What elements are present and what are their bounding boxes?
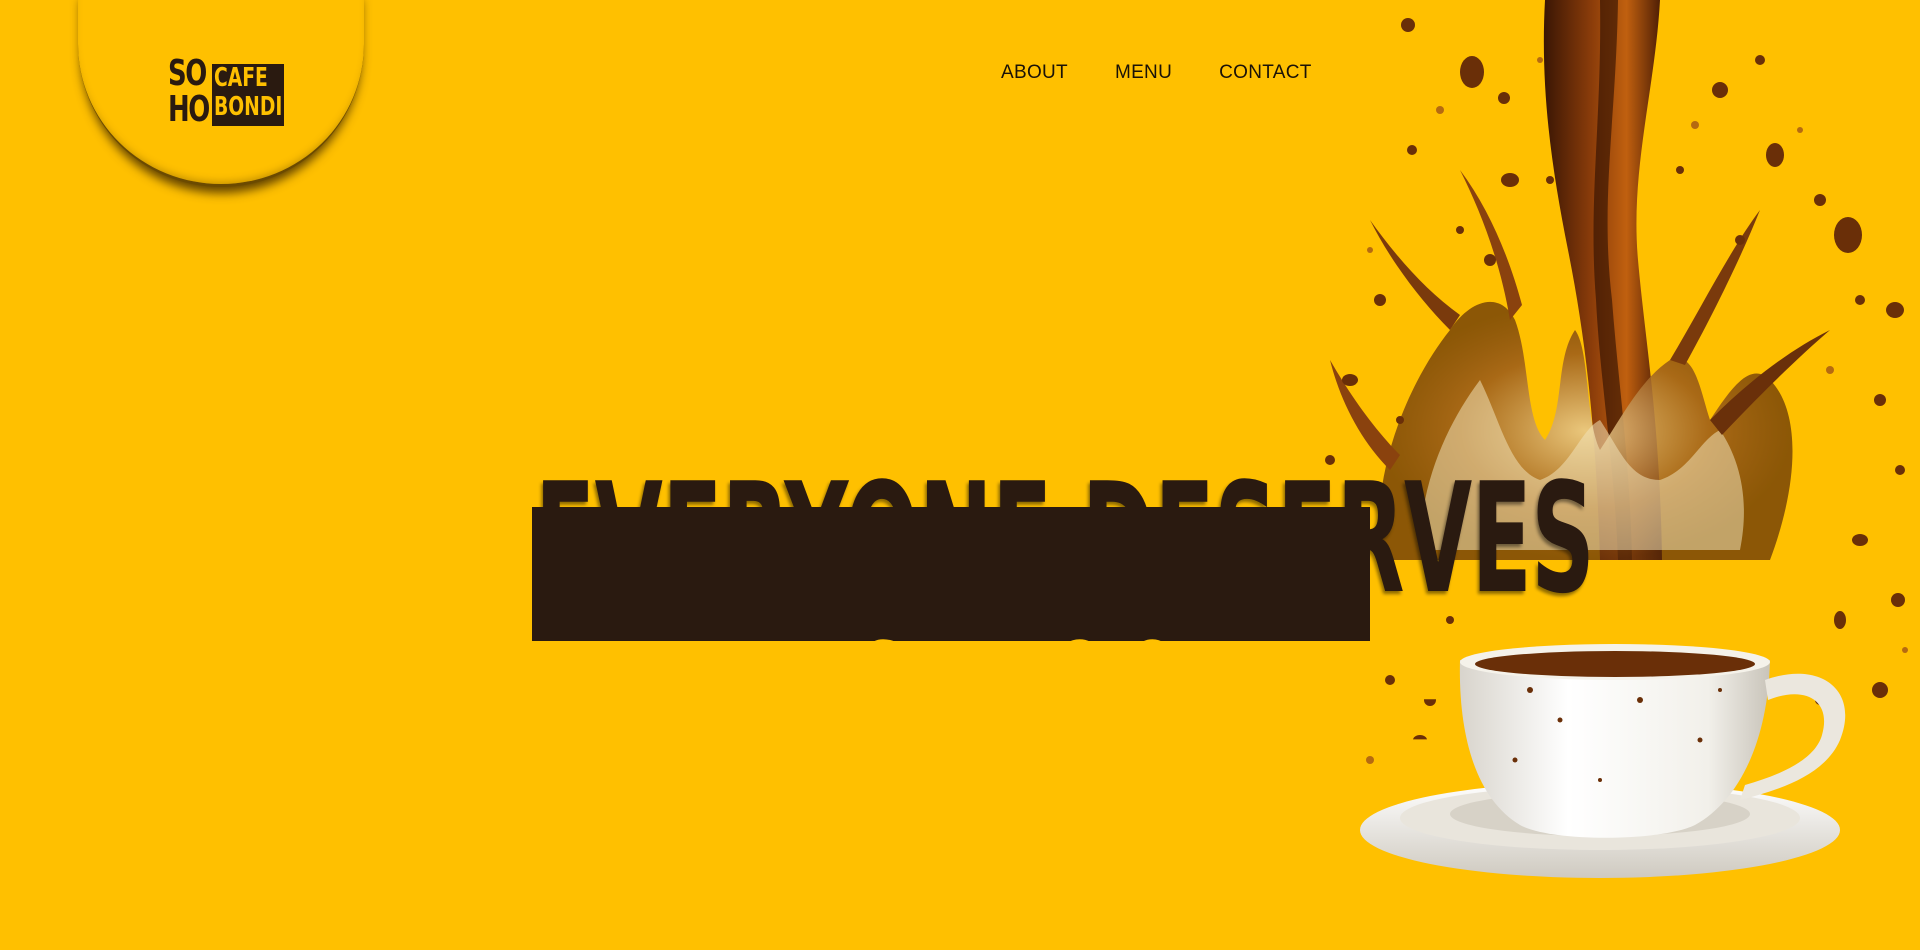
nav-menu-link[interactable]: MENU [1115, 62, 1172, 84]
logo-cafe: CAFE [214, 63, 268, 93]
hero-headline-line2: A FRESH COFFEE [535, 611, 1464, 789]
logo-soho-line1: SO [168, 53, 207, 94]
logo-cafe-bondi-text: CAFE BONDI [214, 64, 282, 122]
logo-home-link[interactable]: SO HO CAFE BONDI [78, 0, 364, 187]
logo-bondi: BONDI [214, 92, 283, 122]
nav-about-link[interactable]: ABOUT [1001, 62, 1068, 84]
logo-soho-line2: HO [168, 89, 210, 130]
nav-contact-link[interactable]: CONTACT [1219, 62, 1312, 84]
landing-page: SO HO CAFE BONDI ABOUT MENU CONTACT A FR… [0, 0, 1920, 950]
logo-soho-text: SO HO [168, 56, 211, 128]
logo: SO HO CAFE BONDI [168, 56, 298, 138]
